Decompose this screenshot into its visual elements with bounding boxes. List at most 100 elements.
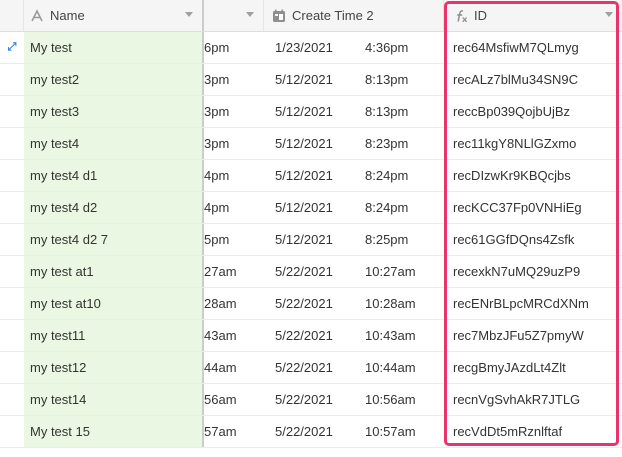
create-date-cell[interactable]: 5/22/2021 (264, 416, 354, 447)
table-row[interactable]: my test11 43am 5/22/2021 10:43am rec7Mbz… (0, 320, 622, 352)
record-id-cell[interactable]: recALz7blMu34SN9C (444, 64, 622, 95)
column-header-name[interactable]: Name (24, 0, 204, 31)
create-clock-cell[interactable]: 8:25pm (354, 224, 444, 255)
create-clock-cell[interactable]: 10:27am (354, 256, 444, 287)
partial-time-cell[interactable]: 3pm (204, 64, 264, 95)
record-id-cell[interactable]: rec61GGfDQns4Zsfk (444, 224, 622, 255)
row-handle-cell[interactable] (0, 256, 24, 287)
table-row[interactable]: my test2 3pm 5/12/2021 8:13pm recALz7blM… (0, 64, 622, 96)
create-date-cell[interactable]: 1/23/2021 (264, 32, 354, 63)
create-clock-cell[interactable]: 10:56am (354, 384, 444, 415)
chevron-down-icon[interactable] (185, 12, 193, 17)
partial-time-cell[interactable]: 43am (204, 320, 264, 351)
table-row[interactable]: my test4 d1 4pm 5/12/2021 8:24pm recDIzw… (0, 160, 622, 192)
record-id-cell[interactable]: rec64MsfiwM7QLmyg (444, 32, 622, 63)
table-row[interactable]: my test at1 27am 5/22/2021 10:27am recex… (0, 256, 622, 288)
partial-time-cell[interactable]: 27am (204, 256, 264, 287)
create-date-cell[interactable]: 5/22/2021 (264, 288, 354, 319)
create-date-cell[interactable]: 5/12/2021 (264, 96, 354, 127)
create-clock-cell[interactable]: 10:28am (354, 288, 444, 319)
partial-time-cell[interactable]: 4pm (204, 192, 264, 223)
name-cell[interactable]: my test4 d2 7 (24, 224, 204, 255)
partial-time-cell[interactable]: 3pm (204, 96, 264, 127)
name-cell[interactable]: My test 15 (24, 416, 204, 447)
expand-arrows-icon[interactable]: ⤢ (8, 41, 17, 54)
create-clock-cell[interactable]: 10:57am (354, 416, 444, 447)
create-clock-cell[interactable]: 10:44am (354, 352, 444, 383)
name-cell[interactable]: my test4 (24, 128, 204, 159)
column-header-create-time[interactable]: Create Time 2 (264, 0, 444, 31)
create-clock-cell[interactable]: 10:43am (354, 320, 444, 351)
partial-time-cell[interactable]: 5pm (204, 224, 264, 255)
partial-time-cell[interactable]: 56am (204, 384, 264, 415)
create-date-cell[interactable]: 5/22/2021 (264, 320, 354, 351)
record-id-cell[interactable]: rec11kgY8NLlGZxmo (444, 128, 622, 159)
create-date-cell[interactable]: 5/22/2021 (264, 256, 354, 287)
column-header-partial[interactable] (204, 0, 264, 31)
table-row[interactable]: my test4 d2 7 5pm 5/12/2021 8:25pm rec61… (0, 224, 622, 256)
name-cell[interactable]: my test11 (24, 320, 204, 351)
column-header-id[interactable]: ID (444, 0, 622, 31)
table-row[interactable]: ⤢ My test 6pm 1/23/2021 4:36pm rec64Msfi… (0, 32, 622, 64)
name-cell[interactable]: my test4 d1 (24, 160, 204, 191)
partial-time-cell[interactable]: 3pm (204, 128, 264, 159)
table-row[interactable]: my test at10 28am 5/22/2021 10:28am recE… (0, 288, 622, 320)
chevron-down-icon[interactable] (246, 12, 254, 17)
create-date-cell[interactable]: 5/12/2021 (264, 160, 354, 191)
record-id-cell[interactable]: recgBmyJAzdLt4Zlt (444, 352, 622, 383)
table-row[interactable]: my test3 3pm 5/12/2021 8:13pm reccBp039Q… (0, 96, 622, 128)
partial-time-cell[interactable]: 44am (204, 352, 264, 383)
create-date-cell[interactable]: 5/12/2021 (264, 64, 354, 95)
name-cell[interactable]: my test14 (24, 384, 204, 415)
row-handle-cell[interactable] (0, 160, 24, 191)
create-clock-cell[interactable]: 8:24pm (354, 160, 444, 191)
create-clock-cell[interactable]: 4:36pm (354, 32, 444, 63)
row-handle-cell[interactable] (0, 128, 24, 159)
name-cell[interactable]: my test4 d2 (24, 192, 204, 223)
record-id-cell[interactable]: reccBp039QojbUjBz (444, 96, 622, 127)
partial-time-cell[interactable]: 57am (204, 416, 264, 447)
record-id-cell[interactable]: recKCC37Fp0VNHiEg (444, 192, 622, 223)
name-cell[interactable]: my test at1 (24, 256, 204, 287)
partial-time-cell[interactable]: 28am (204, 288, 264, 319)
row-handle-cell[interactable] (0, 416, 24, 447)
name-cell[interactable]: my test at10 (24, 288, 204, 319)
table-row[interactable]: My test 15 57am 5/22/2021 10:57am recVdD… (0, 416, 622, 448)
name-cell[interactable]: My test (24, 32, 204, 63)
row-handle-cell[interactable] (0, 288, 24, 319)
create-date-cell[interactable]: 5/12/2021 (264, 128, 354, 159)
chevron-down-icon[interactable] (605, 12, 613, 17)
row-handle-cell[interactable]: ⤢ (0, 32, 24, 63)
row-handle-cell[interactable] (0, 224, 24, 255)
create-clock-cell[interactable]: 8:24pm (354, 192, 444, 223)
name-cell[interactable]: my test3 (24, 96, 204, 127)
create-date-cell[interactable]: 5/12/2021 (264, 192, 354, 223)
table-row[interactable]: my test14 56am 5/22/2021 10:56am recnVgS… (0, 384, 622, 416)
row-handle-cell[interactable] (0, 192, 24, 223)
table-row[interactable]: my test12 44am 5/22/2021 10:44am recgBmy… (0, 352, 622, 384)
row-handle-cell[interactable] (0, 384, 24, 415)
record-id-cell[interactable]: recENrBLpcMRCdXNm (444, 288, 622, 319)
record-id-cell[interactable]: rec7MbzJFu5Z7pmyW (444, 320, 622, 351)
create-date-cell[interactable]: 5/12/2021 (264, 224, 354, 255)
table-row[interactable]: my test4 3pm 5/12/2021 8:23pm rec11kgY8N… (0, 128, 622, 160)
create-date-cell[interactable]: 5/22/2021 (264, 352, 354, 383)
name-cell[interactable]: my test12 (24, 352, 204, 383)
create-date-cell[interactable]: 5/22/2021 (264, 384, 354, 415)
create-clock-cell[interactable]: 8:13pm (354, 96, 444, 127)
row-handle-cell[interactable] (0, 64, 24, 95)
create-clock-cell[interactable]: 8:13pm (354, 64, 444, 95)
name-cell[interactable]: my test2 (24, 64, 204, 95)
create-clock-cell[interactable]: 8:23pm (354, 128, 444, 159)
record-id-cell[interactable]: recexkN7uMQ29uzP9 (444, 256, 622, 287)
record-id-cell[interactable]: recDIzwKr9KBQcjbs (444, 160, 622, 191)
record-id-cell[interactable]: recnVgSvhAkR7JTLG (444, 384, 622, 415)
column-time-label: Create Time 2 (292, 8, 374, 23)
partial-time-cell[interactable]: 6pm (204, 32, 264, 63)
table-row[interactable]: my test4 d2 4pm 5/12/2021 8:24pm recKCC3… (0, 192, 622, 224)
row-handle-cell[interactable] (0, 96, 24, 127)
partial-time-cell[interactable]: 4pm (204, 160, 264, 191)
row-handle-cell[interactable] (0, 352, 24, 383)
row-handle-cell[interactable] (0, 320, 24, 351)
record-id-cell[interactable]: recVdDt5mRznlftaf (444, 416, 622, 447)
